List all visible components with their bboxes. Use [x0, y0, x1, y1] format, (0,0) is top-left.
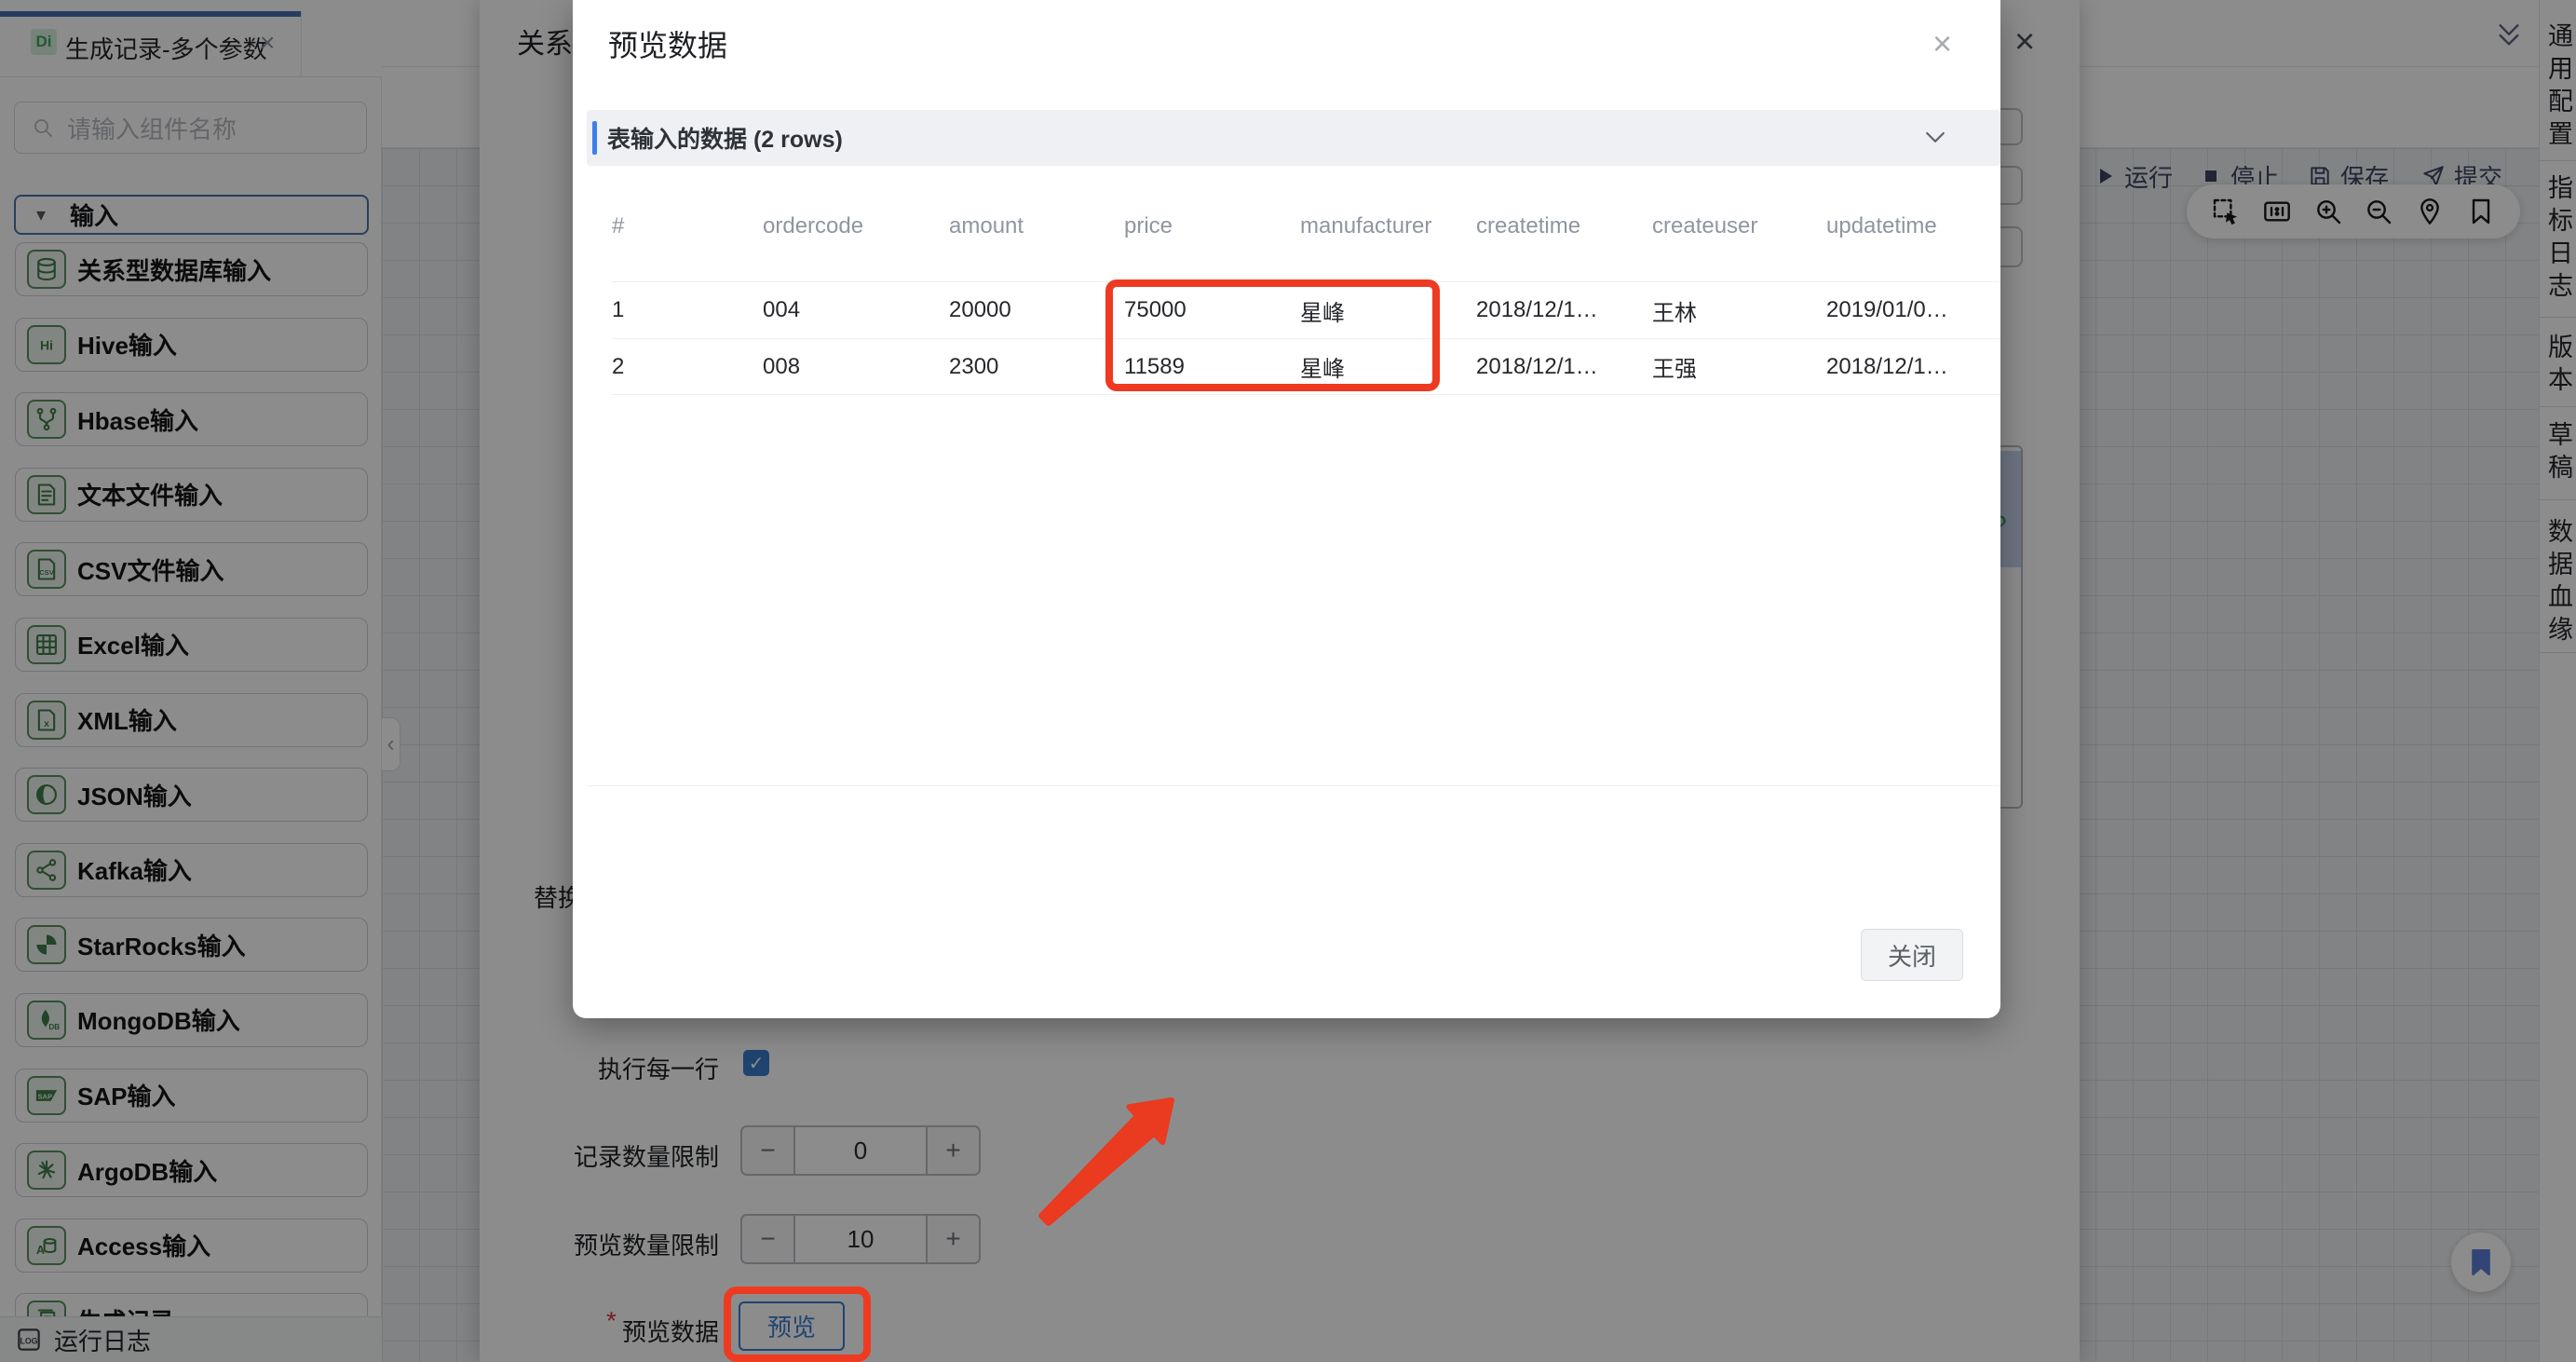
- section-title: 表输入的数据 (2 rows): [607, 121, 843, 155]
- section-accent-bar: [592, 121, 597, 155]
- preview-data-modal: 预览数据 × 表输入的数据 (2 rows) #ordercodeamountp…: [573, 0, 2000, 1018]
- table-cell: 11589: [1124, 354, 1300, 380]
- column-header: #: [612, 213, 763, 239]
- column-header: amount: [949, 213, 1124, 239]
- column-header: createtime: [1476, 213, 1652, 239]
- table-cell: 1: [612, 297, 763, 323]
- table-footer-divider: [587, 785, 2000, 786]
- column-header: createuser: [1652, 213, 1826, 239]
- table-cell: 20000: [949, 297, 1124, 323]
- table-cell: 2300: [949, 354, 1124, 380]
- table-cell: 004: [763, 297, 949, 323]
- table-cell: 008: [763, 354, 949, 380]
- table-row: 10042000075000星峰2018/12/1…王林2019/01/0…: [612, 281, 2000, 338]
- column-header: manufacturer: [1300, 208, 1476, 245]
- table-cell: 75000: [1124, 297, 1300, 323]
- table-cell: 2018/12/1…: [1476, 297, 1652, 323]
- modal-title: 预览数据: [608, 22, 727, 65]
- preview-table: #ordercodeamountpricemanufacturercreatet…: [587, 170, 2000, 395]
- table-cell: 2: [612, 354, 763, 380]
- table-body: 10042000075000星峰2018/12/1…王林2019/01/0…20…: [612, 281, 2000, 395]
- column-header: ordercode: [763, 213, 949, 239]
- table-cell: 星峰: [1300, 350, 1476, 383]
- close-button[interactable]: 关闭: [1861, 929, 1963, 981]
- column-header: price: [1124, 213, 1300, 239]
- table-header-row: #ordercodeamountpricemanufacturercreatet…: [612, 170, 2000, 281]
- table-cell: 2018/12/1…: [1826, 354, 1986, 380]
- table-cell: 王强: [1652, 350, 1826, 383]
- table-cell: 2019/01/0…: [1826, 297, 1986, 323]
- table-cell: 王林: [1652, 294, 1826, 327]
- table-cell: 2018/12/1…: [1476, 354, 1652, 380]
- app-window: 运行 停止 保存 提交 Di 生成记录-多: [0, 0, 2576, 1362]
- modal-close-icon[interactable]: ×: [1932, 24, 1952, 63]
- table-cell: 星峰: [1300, 294, 1476, 327]
- chevron-down-icon[interactable]: [1921, 124, 1949, 152]
- column-header: updatetime: [1826, 213, 1986, 239]
- table-section-header[interactable]: 表输入的数据 (2 rows): [587, 110, 2000, 166]
- table-row: 2008230011589星峰2018/12/1…王强2018/12/1…: [612, 338, 2000, 395]
